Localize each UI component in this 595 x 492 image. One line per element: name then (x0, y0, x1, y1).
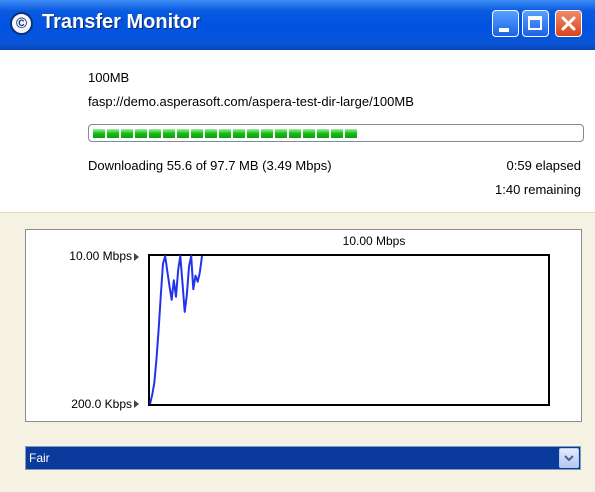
progress-segment (135, 129, 147, 138)
chevron-down-icon (564, 455, 574, 462)
progress-segment (107, 129, 119, 138)
maximize-icon (528, 16, 542, 30)
progress-segment (303, 129, 315, 138)
minimize-icon (499, 28, 509, 32)
policy-dropdown-button[interactable] (559, 448, 579, 468)
minimize-button[interactable] (492, 10, 519, 37)
progress-segment (93, 129, 105, 138)
progress-segment (205, 129, 217, 138)
progress-segment (275, 129, 287, 138)
maximize-button[interactable] (522, 10, 549, 37)
progress-segment (345, 129, 357, 138)
progress-segment (121, 129, 133, 138)
y-axis-min-marker (134, 400, 139, 408)
file-name: 100MB (88, 70, 130, 85)
progress-segment (331, 129, 343, 138)
chart-title: 10.00 Mbps (343, 234, 406, 248)
transfer-status: Downloading 55.6 of 97.7 MB (3.49 Mbps) (88, 158, 332, 173)
elapsed-time: 0:59 elapsed (506, 158, 581, 173)
progress-segment (289, 129, 301, 138)
plot-area (148, 254, 550, 406)
bandwidth-graph-panel: 10.00 Mbps 10.00 Mbps 200.0 Kbps Fair (0, 212, 595, 492)
progress-segment (191, 129, 203, 138)
bandwidth-chart-svg: 10.00 Mbps 10.00 Mbps 200.0 Kbps (69, 234, 550, 411)
file-url: fasp://demo.asperasoft.com/aspera-test-d… (88, 94, 414, 109)
transfer-policy-value: Fair (29, 451, 50, 465)
remaining-time: 1:40 remaining (495, 182, 581, 197)
title-bar[interactable]: © Transfer Monitor (0, 0, 595, 50)
window-title: Transfer Monitor (42, 11, 200, 33)
progress-segment (233, 129, 245, 138)
progress-segment (219, 129, 231, 138)
transfer-policy-select[interactable]: Fair (25, 446, 581, 470)
close-button[interactable] (555, 10, 582, 37)
transfer-info-panel: 100MB fasp://demo.asperasoft.com/aspera-… (0, 50, 595, 212)
progress-segment (177, 129, 189, 138)
y-axis-max-marker (134, 253, 139, 261)
transfer-monitor-window: © Transfer Monitor 100MB fasp://demo.asp… (0, 0, 595, 492)
aspera-logo-icon: © (10, 12, 33, 35)
progress-segment (247, 129, 259, 138)
y-axis-max-label: 10.00 Mbps (69, 249, 132, 263)
progress-fill (93, 128, 371, 138)
progress-bar (88, 124, 584, 142)
progress-segment (163, 129, 175, 138)
progress-segment (317, 129, 329, 138)
bandwidth-chart: 10.00 Mbps 10.00 Mbps 200.0 Kbps (25, 229, 582, 422)
y-axis-min-label: 200.0 Kbps (71, 397, 132, 411)
progress-segment (149, 129, 161, 138)
progress-segment (261, 129, 273, 138)
close-icon (561, 16, 576, 31)
